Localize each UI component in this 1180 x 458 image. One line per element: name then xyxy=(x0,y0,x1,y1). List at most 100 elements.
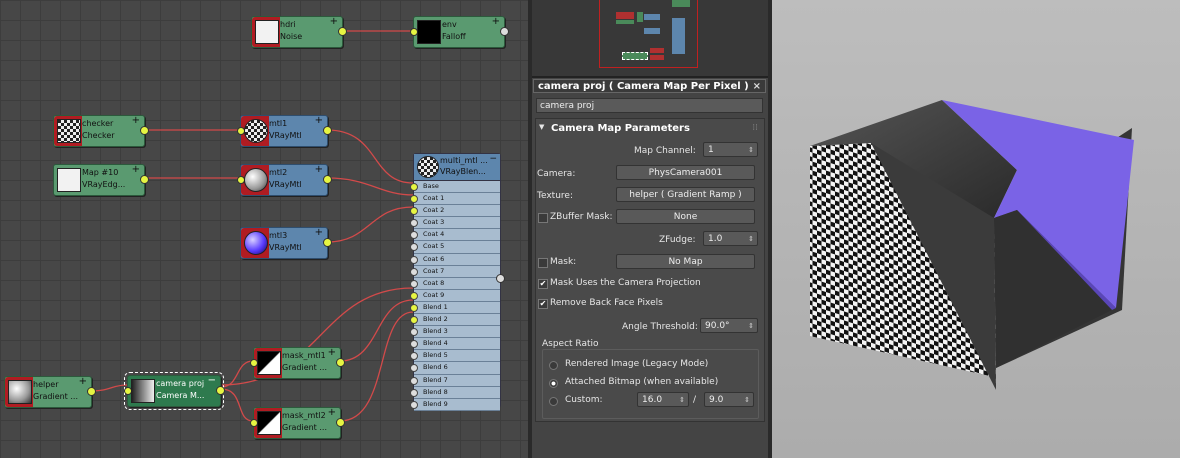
expand-icon[interactable]: + xyxy=(330,16,338,27)
spinner-arrows-icon[interactable]: ⇕ xyxy=(748,143,754,158)
blend-slot[interactable]: Blend 9 xyxy=(410,398,500,411)
slot-input-socket[interactable] xyxy=(410,231,418,240)
zbuffer-mask-checkbox[interactable] xyxy=(538,213,548,223)
node-helper-gradient[interactable]: helper Gradient ... + xyxy=(4,376,96,408)
slot-input-socket[interactable] xyxy=(410,340,418,349)
slot-input-socket[interactable] xyxy=(410,267,418,276)
node-mtl3[interactable]: mtl3 VRayMtl + xyxy=(240,227,332,259)
slot-input-socket[interactable] xyxy=(410,388,418,397)
blend-slot[interactable]: Blend 3 xyxy=(410,326,500,339)
blend-slot[interactable]: Coat 3 xyxy=(410,217,500,230)
close-icon[interactable]: × xyxy=(753,80,761,94)
spinner-arrows-icon[interactable]: ⇕ xyxy=(748,232,754,247)
blend-node-header[interactable]: multi_mtl ... VRayBlen... − xyxy=(414,154,500,181)
slot-input-socket[interactable] xyxy=(410,243,418,252)
navigator-panel[interactable] xyxy=(532,0,768,78)
slot-input-socket[interactable] xyxy=(410,183,418,191)
rollout-title[interactable]: Camera Map Parameters xyxy=(551,123,690,134)
expand-icon[interactable]: + xyxy=(492,16,500,27)
mask-checkbox[interactable] xyxy=(538,258,548,268)
expand-icon[interactable]: + xyxy=(315,115,323,126)
slot-input-socket[interactable] xyxy=(410,376,418,385)
blend-slot[interactable]: Coat 6 xyxy=(410,253,500,266)
output-socket[interactable] xyxy=(87,387,96,396)
aspect-width-spinner[interactable]: 16.0 ⇕ xyxy=(637,392,689,407)
texture-map-button[interactable]: helper ( Gradient Ramp ) xyxy=(616,187,755,202)
node-mask-mtl2[interactable]: mask_mtl2 Gradient ... + xyxy=(250,407,345,439)
expand-icon[interactable]: + xyxy=(79,376,87,387)
spinner-arrows-icon[interactable]: ⇕ xyxy=(679,393,685,408)
aspect-attached-radio[interactable] xyxy=(549,379,558,388)
blend-slot[interactable]: Coat 8 xyxy=(410,277,500,290)
node-map10-vrayedges[interactable]: Map #10 VRayEdg... + xyxy=(53,164,149,196)
camera-pick-button[interactable]: PhysCamera001 xyxy=(616,165,755,180)
mask-map-button[interactable]: No Map xyxy=(616,254,755,269)
blend-slot[interactable]: Coat 9 xyxy=(410,289,500,302)
expand-icon[interactable]: + xyxy=(328,407,336,418)
expand-icon[interactable]: + xyxy=(315,227,323,238)
slot-input-socket[interactable] xyxy=(410,255,418,264)
output-socket[interactable] xyxy=(140,126,149,135)
mask-uses-projection-checkbox[interactable]: ✔ xyxy=(538,279,548,289)
rollout-toggle-icon[interactable]: ▼ xyxy=(539,123,544,131)
slot-input-socket[interactable] xyxy=(410,364,418,373)
drag-grip-icon[interactable]: ⁞⁞ xyxy=(752,123,758,133)
blend-slot[interactable]: Coat 1 xyxy=(410,193,500,206)
node-mtl1[interactable]: mtl1 VRayMtl + xyxy=(237,115,332,147)
blend-slot[interactable]: Blend 6 xyxy=(410,362,500,375)
blend-slot[interactable]: Blend 1 xyxy=(410,301,500,315)
node-camera-proj[interactable]: camera proj Camera M... − xyxy=(124,372,225,410)
node-checker[interactable]: checker Checker + xyxy=(53,115,149,147)
blend-slot[interactable]: Coat 4 xyxy=(410,229,500,242)
slot-input-socket[interactable] xyxy=(410,303,418,312)
output-socket[interactable] xyxy=(323,238,332,247)
aspect-height-spinner[interactable]: 9.0 ⇕ xyxy=(704,392,754,407)
output-socket[interactable] xyxy=(496,274,505,283)
node-mask-mtl1[interactable]: mask_mtl1 Gradient ... + xyxy=(250,347,345,379)
node-mtl2[interactable]: mtl2 VRayMtl + xyxy=(237,164,332,196)
collapse-icon[interactable]: − xyxy=(208,375,216,386)
node-multi-mtl-vrayblend[interactable]: multi_mtl ... VRayBlen... − Base Coat 1 Co… xyxy=(410,153,505,411)
output-socket[interactable] xyxy=(336,358,345,367)
render-viewport[interactable] xyxy=(772,0,1180,458)
blend-slot[interactable]: Blend 4 xyxy=(410,338,500,351)
blend-slot[interactable]: Coat 5 xyxy=(410,241,500,254)
expand-icon[interactable]: + xyxy=(328,347,336,358)
output-socket[interactable] xyxy=(140,175,149,184)
output-socket[interactable] xyxy=(216,386,225,395)
map-channel-spinner[interactable]: 1 ⇕ xyxy=(703,142,758,157)
output-socket[interactable] xyxy=(338,27,347,36)
angle-threshold-spinner[interactable]: 90.0° ⇕ xyxy=(700,318,758,333)
aspect-rendered-radio[interactable] xyxy=(549,361,558,370)
slot-input-socket[interactable] xyxy=(410,207,418,216)
output-socket[interactable] xyxy=(500,27,509,36)
zbuffer-mask-button[interactable]: None xyxy=(616,209,755,224)
spinner-arrows-icon[interactable]: ⇕ xyxy=(748,319,754,334)
blend-slot[interactable]: Coat 7 xyxy=(410,265,500,278)
panel-title-bar[interactable]: camera proj ( Camera Map Per Pixel ) × xyxy=(533,79,766,93)
map-name-field[interactable]: camera proj xyxy=(536,98,763,113)
expand-icon[interactable]: + xyxy=(132,164,140,175)
blend-slot[interactable]: Blend 7 xyxy=(410,374,500,387)
output-socket[interactable] xyxy=(323,175,332,184)
node-hdri-noise[interactable]: hdri Noise + xyxy=(251,16,347,48)
slot-input-socket[interactable] xyxy=(410,195,418,204)
zfudge-spinner[interactable]: 1.0 ⇕ xyxy=(703,231,758,246)
blend-slot[interactable]: Blend 5 xyxy=(410,350,500,363)
slot-input-socket[interactable] xyxy=(410,400,418,409)
output-socket[interactable] xyxy=(323,126,332,135)
slot-input-socket[interactable] xyxy=(410,352,418,361)
spinner-arrows-icon[interactable]: ⇕ xyxy=(744,393,750,408)
node-env-falloff[interactable]: env Falloff + xyxy=(410,16,509,48)
expand-icon[interactable]: + xyxy=(315,164,323,175)
slot-input-socket[interactable] xyxy=(410,219,418,228)
blend-slot[interactable]: Coat 2 xyxy=(410,205,500,218)
slot-input-socket[interactable] xyxy=(410,328,418,337)
blend-slot[interactable]: Blend 2 xyxy=(410,314,500,327)
blend-slot[interactable]: Blend 8 xyxy=(410,386,500,399)
slot-input-socket[interactable] xyxy=(410,316,418,325)
aspect-custom-radio[interactable] xyxy=(549,397,558,406)
slot-input-socket[interactable] xyxy=(410,291,418,300)
output-socket[interactable] xyxy=(336,418,345,427)
blend-slot[interactable]: Base xyxy=(410,181,500,194)
